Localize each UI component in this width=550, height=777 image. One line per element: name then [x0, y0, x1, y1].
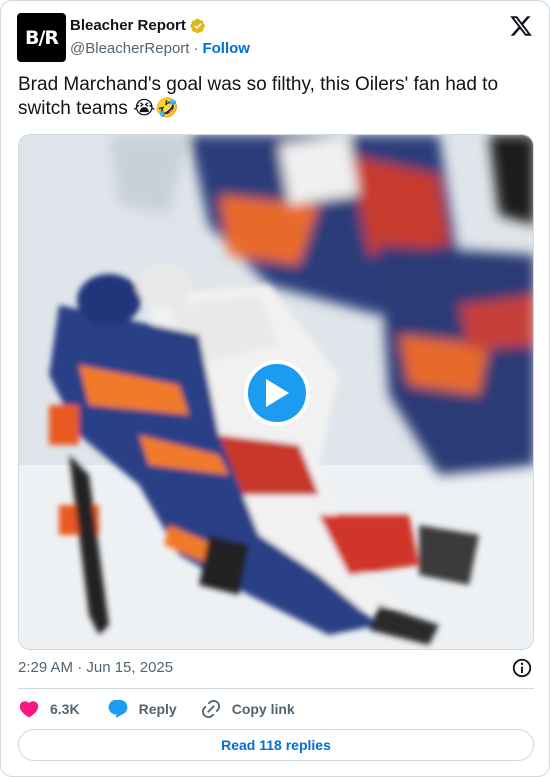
tweet-card: B/R Bleacher Report @BleacherReport · Fo…: [0, 0, 550, 777]
copy-link-button[interactable]: Copy link: [200, 698, 295, 720]
play-button[interactable]: [244, 360, 310, 426]
verified-badge-icon: [190, 18, 205, 33]
copy-link-label: Copy link: [231, 701, 295, 717]
x-logo-icon[interactable]: [509, 14, 533, 38]
author-display-name[interactable]: Bleacher Report: [70, 17, 186, 34]
read-replies-button[interactable]: Read 118 replies: [18, 729, 534, 761]
like-count: 6.3K: [50, 701, 80, 717]
video-thumbnail[interactable]: [18, 134, 534, 650]
info-icon[interactable]: [511, 657, 533, 679]
avatar[interactable]: B/R: [17, 13, 66, 62]
play-icon: [266, 379, 289, 407]
separator-dot: ·: [193, 40, 199, 57]
author-handle[interactable]: @BleacherReport: [70, 40, 189, 57]
tweet-timestamp[interactable]: 2:29 AM · Jun 15, 2025: [18, 659, 173, 676]
reply-button[interactable]: Reply: [107, 698, 177, 720]
follow-button[interactable]: Follow: [202, 40, 250, 57]
action-bar: 6.3K Reply Copy link: [18, 697, 295, 721]
heart-icon: [19, 701, 39, 718]
tweet-text: Brad Marchand's goal was so filthy, this…: [18, 74, 499, 119]
author-name-row: Bleacher Report: [70, 17, 206, 34]
avatar-text: B/R: [24, 26, 59, 49]
like-button[interactable]: 6.3K: [18, 698, 80, 720]
reply-bubble-icon: [108, 699, 127, 718]
link-icon: [201, 699, 220, 719]
reply-label: Reply: [138, 701, 177, 717]
author-handle-row: @BleacherReport · Follow: [70, 40, 250, 57]
divider: [18, 688, 534, 689]
